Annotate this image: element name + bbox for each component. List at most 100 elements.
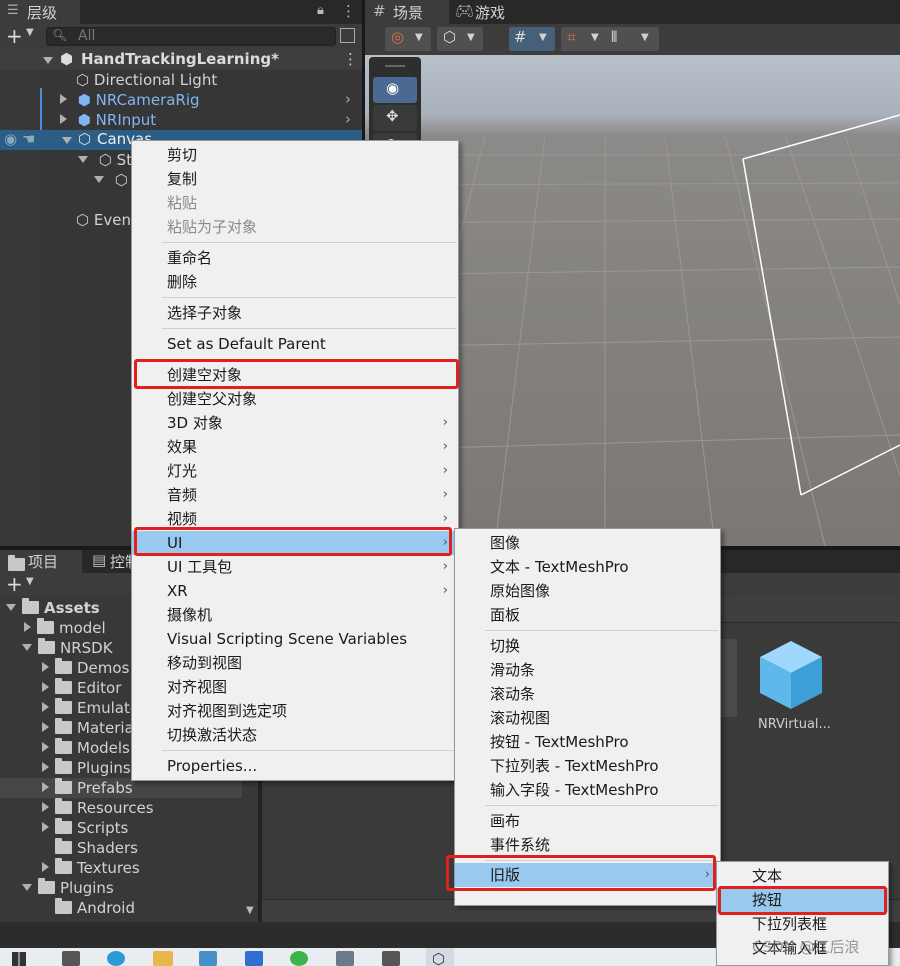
tree-item-assets[interactable]: Assets <box>6 598 100 618</box>
menu-item-dropdown-tmp[interactable]: 下拉列表 - TextMeshPro <box>455 754 720 778</box>
menu-item-set-default-parent[interactable]: Set as Default Parent <box>132 332 458 356</box>
menu-item-create-empty[interactable]: 创建空对象 <box>132 363 458 387</box>
expand-arrow-icon[interactable] <box>42 822 49 832</box>
menu-item-legacy-button[interactable]: 按钮 <box>717 888 888 912</box>
unity-hub-icon[interactable] <box>382 951 400 966</box>
chevron-right-icon[interactable]: › <box>345 110 351 128</box>
menu-item-panel[interactable]: 面板 <box>455 603 720 627</box>
calculator-icon[interactable] <box>199 951 217 966</box>
expand-arrow-icon[interactable] <box>22 884 32 891</box>
chevron-down-icon[interactable]: ▼ <box>26 576 34 587</box>
increment-button[interactable]: ⫴ ▼ <box>605 27 659 51</box>
menu-item-scrollbar[interactable]: 滚动条 <box>455 682 720 706</box>
menu-item-camera[interactable]: 摄像机 <box>132 603 458 627</box>
chevron-down-icon[interactable]: ▼ <box>26 27 34 38</box>
tree-item-shaders[interactable]: Shaders <box>55 838 138 858</box>
visibility-eye-icon[interactable]: ◉ <box>4 130 17 148</box>
scroll-down-icon[interactable]: ▼ <box>246 905 254 916</box>
drag-handle[interactable] <box>385 65 405 67</box>
tree-item-plugins-root[interactable]: Plugins <box>22 878 114 898</box>
menu-item-xr[interactable]: XR › <box>132 579 458 603</box>
menu-item-delete[interactable]: 删除 <box>132 270 458 294</box>
hierarchy-item-nrcamerarig[interactable]: ⬢ NRCameraRig <box>60 90 200 110</box>
menu-item-visual-scripting[interactable]: Visual Scripting Scene Variables <box>132 627 458 651</box>
menu-item-legacy[interactable]: 旧版 › <box>455 863 720 887</box>
expand-arrow-icon[interactable] <box>42 702 49 712</box>
menu-item-button-tmp[interactable]: 按钮 - TextMeshPro <box>455 730 720 754</box>
tree-item-demos[interactable]: Demos <box>42 658 129 678</box>
pick-hand-icon[interactable]: ☚ <box>22 130 35 148</box>
menu-item-legacy-text[interactable]: 文本 <box>717 864 888 888</box>
expand-arrow-icon[interactable] <box>62 137 72 144</box>
asset-thumb-nrvirtual[interactable] <box>756 639 826 711</box>
expand-arrow-icon[interactable] <box>42 802 49 812</box>
search-options-icon[interactable] <box>340 28 355 43</box>
menu-item-3d-object[interactable]: 3D 对象 › <box>132 411 458 435</box>
tab-hierarchy[interactable]: ☰ 层级 <box>0 0 80 24</box>
menu-item-event-system[interactable]: 事件系统 <box>455 833 720 857</box>
menu-item-video[interactable]: 视频 › <box>132 507 458 531</box>
grid-snap-button[interactable]: # ▼ <box>509 27 555 51</box>
menu-item-create-empty-parent[interactable]: 创建空父对象 <box>132 387 458 411</box>
menu-item-ui-toolkit[interactable]: UI 工具包 › <box>132 555 458 579</box>
menu-item-toggle[interactable]: 切换 <box>455 634 720 658</box>
menu-item-legacy-dropdown[interactable]: 下拉列表框 <box>717 912 888 936</box>
menu-item-ui[interactable]: UI › <box>132 531 458 555</box>
tree-item-model[interactable]: model <box>24 618 106 638</box>
wechat-icon[interactable] <box>290 951 308 966</box>
menu-item-slider[interactable]: 滑动条 <box>455 658 720 682</box>
expand-arrow-icon[interactable] <box>22 644 32 651</box>
expand-arrow-icon[interactable] <box>42 682 49 692</box>
snap-increment-button[interactable]: ⌗ ▼ <box>561 27 607 51</box>
tree-item-scripts[interactable]: Scripts <box>42 818 128 838</box>
file-explorer-icon[interactable] <box>153 951 173 966</box>
menu-item-align-view-to-selected[interactable]: 对齐视图到选定项 <box>132 699 458 723</box>
hierarchy-item-directional-light[interactable]: ⬡ Directional Light <box>76 70 217 90</box>
expand-arrow-icon[interactable] <box>42 742 49 752</box>
edge-browser-icon[interactable] <box>107 951 125 966</box>
expand-arrow-icon[interactable] <box>42 762 49 772</box>
move-tool-button[interactable]: ✥ <box>373 105 417 131</box>
expand-arrow-icon[interactable] <box>43 57 53 64</box>
menu-item-paste[interactable]: 粘贴 <box>132 191 458 215</box>
expand-arrow-icon[interactable] <box>42 662 49 672</box>
search-input[interactable]: 🔍︎ All <box>46 27 336 46</box>
tree-item-materials[interactable]: Materia <box>42 718 134 738</box>
add-icon[interactable]: + <box>6 24 23 48</box>
taskbar-app-icon[interactable] <box>336 951 354 966</box>
menu-item-scroll-view[interactable]: 滚动视图 <box>455 706 720 730</box>
windows-start-icon[interactable] <box>12 952 26 966</box>
hierarchy-item-child[interactable]: ⬡ <box>94 170 128 190</box>
menu-item-properties[interactable]: Properties... <box>132 754 458 778</box>
tree-item-plugins[interactable]: Plugins <box>42 758 131 778</box>
hierarchy-item-st[interactable]: ⬡ St <box>78 150 132 170</box>
shading-button[interactable]: ⬡ ▼ <box>437 27 483 51</box>
kebab-menu-icon[interactable]: ⋮ <box>341 2 356 20</box>
view-tool-button[interactable]: ◉ <box>373 77 417 103</box>
menu-item-copy[interactable]: 复制 <box>132 167 458 191</box>
chevron-right-icon[interactable]: › <box>345 90 351 108</box>
expand-arrow-icon[interactable] <box>24 622 31 632</box>
add-icon[interactable]: + <box>6 572 23 596</box>
menu-item-select-children[interactable]: 选择子对象 <box>132 301 458 325</box>
tree-item-nrsdk[interactable]: NRSDK <box>22 638 113 658</box>
tab-game[interactable]: 🎮︎ 游戏 <box>449 0 533 24</box>
tree-item-prefabs[interactable]: Prefabs <box>42 778 133 798</box>
menu-item-rename[interactable]: 重命名 <box>132 246 458 270</box>
expand-arrow-icon[interactable] <box>42 722 49 732</box>
menu-item-audio[interactable]: 音频 › <box>132 483 458 507</box>
menu-item-effects[interactable]: 效果 › <box>132 435 458 459</box>
expand-arrow-icon[interactable] <box>94 176 104 183</box>
expand-arrow-icon[interactable] <box>60 114 67 124</box>
lock-icon[interactable]: 🔒︎ <box>317 3 324 18</box>
unity-editor-taskbar-icon[interactable]: ⬡ <box>426 948 454 966</box>
expand-arrow-icon[interactable] <box>78 156 88 163</box>
hierarchy-item-eventsystem[interactable]: ⬡ Even <box>76 210 131 230</box>
menu-item-light[interactable]: 灯光 › <box>132 459 458 483</box>
expand-arrow-icon[interactable] <box>42 782 49 792</box>
expand-arrow-icon[interactable] <box>6 604 16 611</box>
menu-item-canvas[interactable]: 画布 <box>455 809 720 833</box>
menu-item-paste-as-child[interactable]: 粘贴为子对象 <box>132 215 458 239</box>
menu-item-raw-image[interactable]: 原始图像 <box>455 579 720 603</box>
tab-project[interactable]: 项目 <box>0 550 82 573</box>
